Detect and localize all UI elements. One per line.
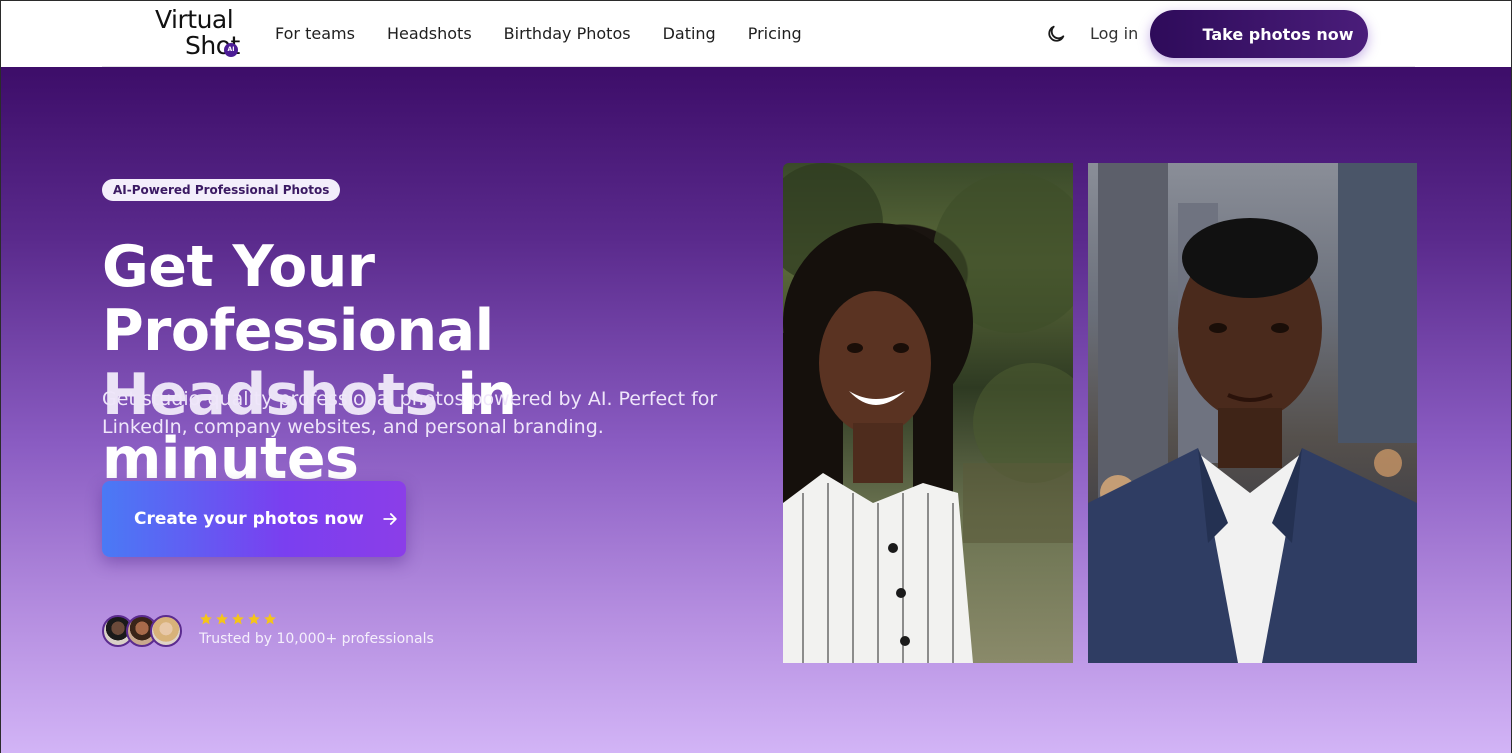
moon-icon[interactable] — [1045, 23, 1067, 45]
login-link[interactable]: Log in — [1090, 23, 1138, 45]
star-icon — [200, 613, 212, 625]
nav-pricing[interactable]: Pricing — [748, 23, 802, 45]
hero-headline: Get Your Professional Headshots in minut… — [102, 235, 762, 491]
site-header: Virtual Shot AI For teams Headshots Birt… — [0, 0, 1512, 67]
avatar — [150, 615, 182, 647]
woman-casual-photo — [783, 163, 1073, 663]
arrow-right-icon — [383, 513, 397, 525]
star-icon — [264, 613, 276, 625]
star-icon — [232, 613, 244, 625]
create-photos-button[interactable]: Create your photos now — [102, 481, 406, 557]
logo-badge: AI — [224, 43, 238, 57]
nav-birthday-photos[interactable]: Birthday Photos — [504, 23, 631, 45]
man-professional-headshot — [1088, 163, 1417, 663]
woman-illustration — [783, 163, 1073, 663]
hero-badge: AI-Powered Professional Photos — [102, 179, 341, 201]
star-icon — [248, 613, 260, 625]
take-photos-button[interactable]: Take photos now — [1150, 10, 1368, 58]
customer-avatars — [102, 615, 186, 647]
star-icon — [216, 613, 228, 625]
nav-headshots[interactable]: Headshots — [387, 23, 472, 45]
main-nav: For teams Headshots Birthday Photos Dati… — [275, 23, 802, 45]
man-illustration — [1088, 163, 1417, 663]
logo-text-line1: Virtual — [155, 5, 234, 34]
trusted-text: Trusted by 10,000+ professionals — [199, 631, 434, 647]
hero-subtext: Get studio-quality professional photos p… — [102, 388, 718, 438]
hero-section: AI-Powered Professional Photos Get Your … — [0, 67, 1512, 753]
virtualshot-logo[interactable]: Virtual Shot AI — [155, 6, 251, 62]
nav-dating[interactable]: Dating — [663, 23, 716, 45]
nav-for-teams[interactable]: For teams — [275, 23, 355, 45]
rating-stars — [199, 612, 277, 626]
create-photos-label: Create your photos now — [134, 509, 364, 529]
headline-line1: Get Your Professional — [102, 234, 494, 364]
